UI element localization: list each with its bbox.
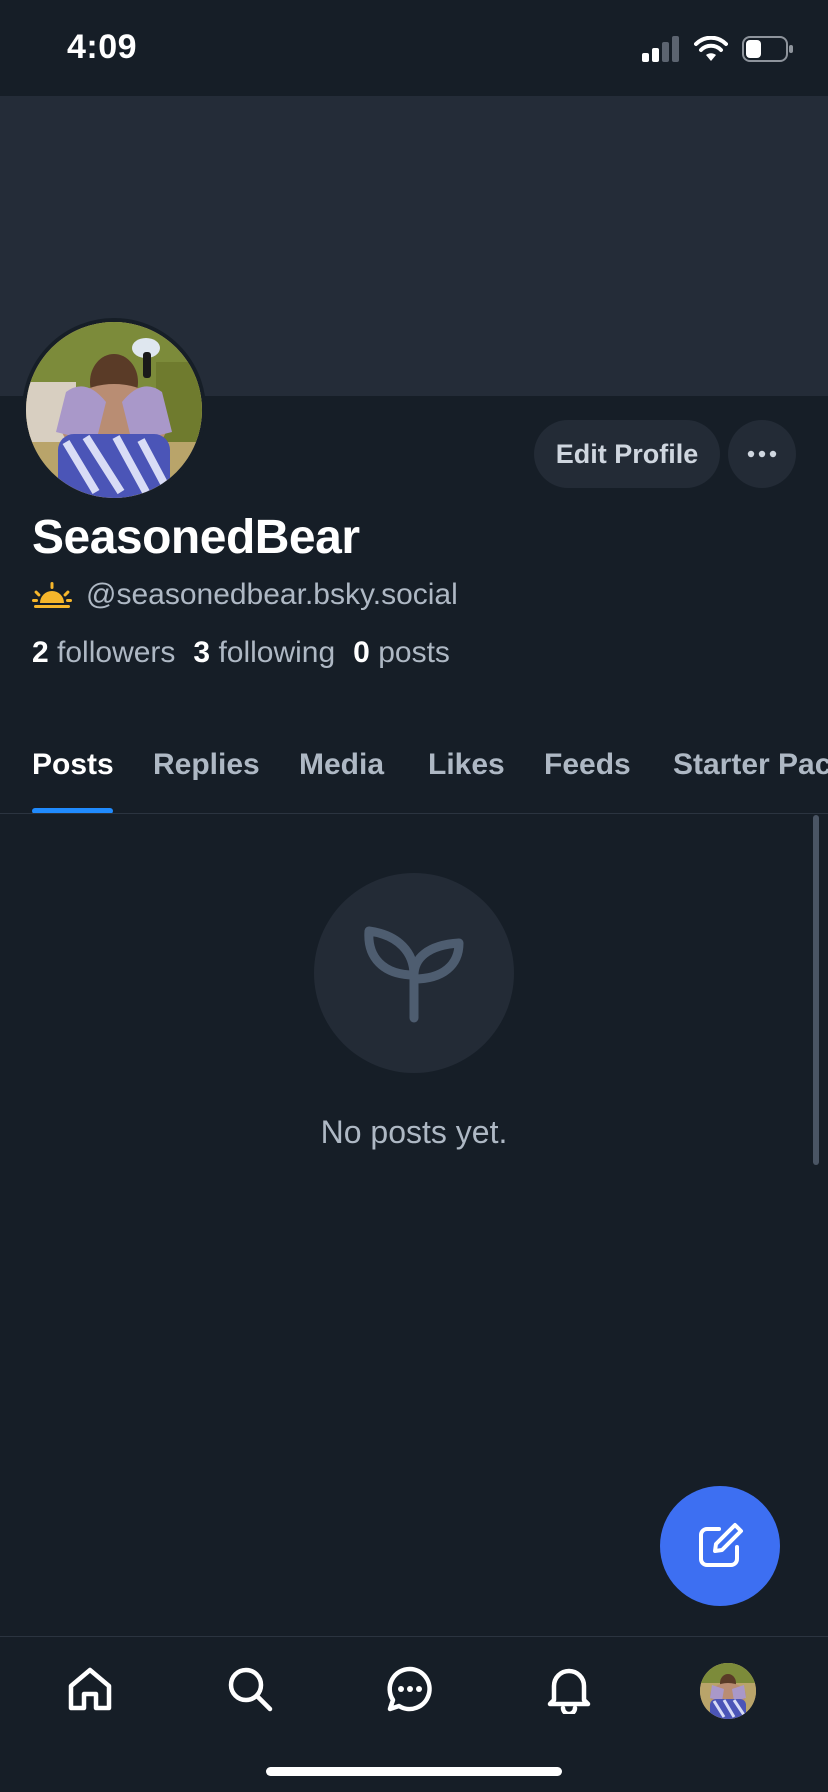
followers-label: followers — [57, 636, 176, 669]
nav-search[interactable] — [220, 1659, 280, 1719]
tab-starter-packs[interactable]: Starter Packs — [673, 748, 828, 782]
compose-icon — [699, 1523, 743, 1567]
sprout-icon — [364, 926, 464, 1023]
display-name: SeasonedBear — [32, 511, 360, 564]
tab-replies[interactable]: Replies — [153, 748, 260, 782]
status-time: 4:09 — [67, 28, 138, 66]
profile-tabs: Posts Replies Media Likes Feeds Starter … — [0, 740, 828, 814]
cellular-signal-icon — [642, 36, 679, 62]
followers-count: 2 — [32, 636, 49, 669]
scrollbar[interactable] — [813, 815, 819, 1165]
following-count: 3 — [193, 636, 211, 669]
nav-avatar-image — [700, 1663, 756, 1719]
more-options-button[interactable] — [728, 420, 796, 488]
chat-icon — [387, 1666, 432, 1712]
tab-feeds[interactable]: Feeds — [544, 748, 631, 782]
profile-screen: 4:09 Edit Profile SeasonedBear @seasoned… — [0, 0, 828, 1792]
empty-state-message: No posts yet. — [320, 1114, 508, 1150]
tab-media[interactable]: Media — [299, 748, 384, 782]
nav-notifications[interactable] — [539, 1659, 599, 1719]
wifi-icon — [694, 36, 728, 61]
followers-stat[interactable]: 2 followers — [32, 636, 175, 670]
status-bar: 4:09 — [0, 0, 828, 96]
posts-count: 0 — [353, 636, 370, 669]
handle-row: @seasonedbear.bsky.social — [32, 578, 458, 612]
following-stat[interactable]: 3 following — [193, 636, 335, 670]
battery-icon — [742, 36, 793, 62]
tab-likes[interactable]: Likes — [428, 748, 505, 782]
edit-profile-button[interactable]: Edit Profile — [534, 420, 720, 488]
nav-profile-avatar[interactable] — [700, 1663, 756, 1719]
active-tab-indicator — [32, 808, 113, 813]
posts-stat: 0 posts — [353, 636, 450, 670]
profile-avatar[interactable] — [22, 318, 206, 502]
nav-chat[interactable] — [380, 1659, 440, 1719]
profile-handle[interactable]: @seasonedbear.bsky.social — [86, 578, 458, 612]
avatar-image — [26, 322, 202, 498]
ellipsis-icon — [747, 450, 777, 458]
following-label: following — [218, 636, 336, 669]
posts-label: posts — [378, 636, 450, 669]
home-indicator — [266, 1767, 562, 1776]
search-icon — [228, 1667, 273, 1712]
tab-posts[interactable]: Posts — [32, 748, 114, 782]
compose-post-button[interactable] — [660, 1486, 780, 1606]
status-icons — [642, 36, 794, 62]
empty-state-icon-circle — [314, 873, 514, 1073]
nav-home[interactable] — [60, 1659, 120, 1719]
home-icon — [68, 1667, 112, 1711]
profile-stats: 2 followers 3 following 0 posts — [32, 636, 450, 670]
sunrise-emoji-icon — [32, 582, 72, 608]
bell-icon — [547, 1668, 591, 1714]
